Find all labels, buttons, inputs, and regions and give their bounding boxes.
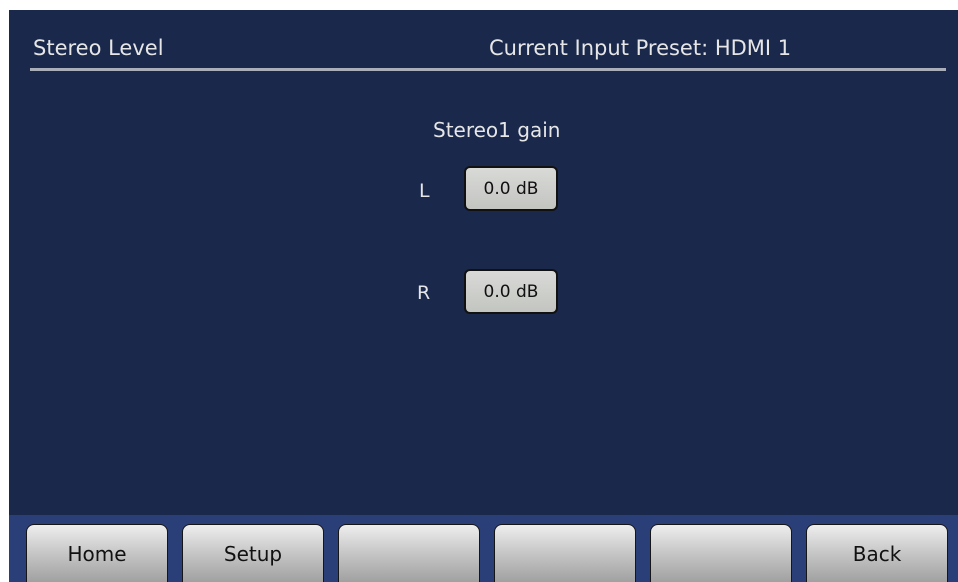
header-bar: Stereo Level Current Input Preset: HDMI … bbox=[9, 10, 958, 71]
right-gain-field[interactable]: 0.0 dB bbox=[464, 269, 558, 314]
softkey-4-button[interactable] bbox=[494, 524, 636, 582]
left-channel-label: L bbox=[419, 180, 430, 202]
softkey-3-button[interactable] bbox=[338, 524, 480, 582]
softkey-bar: Home Setup Back bbox=[9, 515, 958, 582]
home-button[interactable]: Home bbox=[26, 524, 168, 582]
setup-button[interactable]: Setup bbox=[182, 524, 324, 582]
device-screen: Stereo Level Current Input Preset: HDMI … bbox=[9, 10, 958, 582]
right-channel-label: R bbox=[417, 282, 431, 304]
current-input-preset: Current Input Preset: HDMI 1 bbox=[489, 36, 792, 60]
left-gain-field[interactable]: 0.0 dB bbox=[464, 166, 558, 211]
header-divider bbox=[30, 68, 946, 71]
back-button[interactable]: Back bbox=[806, 524, 948, 582]
page-title: Stereo Level bbox=[33, 36, 164, 60]
softkey-5-button[interactable] bbox=[650, 524, 792, 582]
section-title: Stereo1 gain bbox=[433, 118, 561, 142]
